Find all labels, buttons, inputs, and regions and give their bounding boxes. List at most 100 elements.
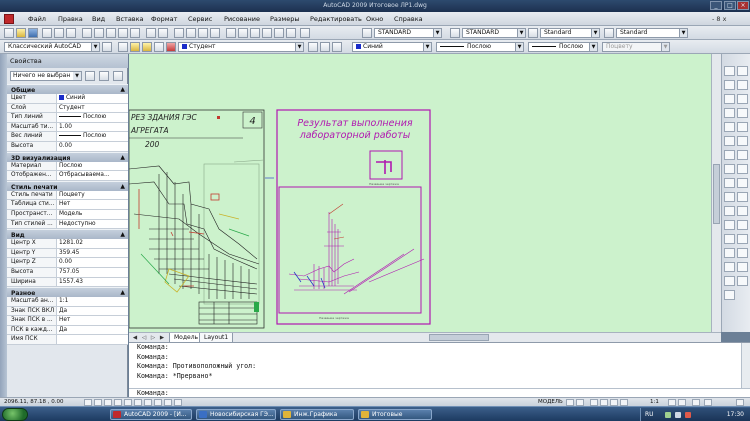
close-button[interactable]: × (737, 1, 749, 10)
text-style-icon[interactable] (362, 28, 372, 38)
fillet-tool-icon[interactable] (737, 262, 748, 272)
property-row[interactable]: Материал Послою (7, 161, 128, 172)
maximize-button[interactable]: □ (724, 1, 736, 10)
section-view[interactable]: Вид ▲ (7, 229, 128, 240)
plotstyle-select[interactable]: Поцвету ▼ (602, 42, 670, 52)
undo-icon[interactable] (146, 28, 156, 38)
property-row[interactable]: Высота 757.05 (7, 267, 128, 278)
layer-color-icon[interactable] (166, 42, 176, 52)
arc-tool-icon[interactable] (724, 136, 735, 146)
revcloud-tool-icon[interactable] (724, 164, 735, 174)
command-scrollbar[interactable] (741, 343, 750, 389)
property-row[interactable]: Вес линий Послою (7, 132, 128, 142)
save-icon[interactable] (28, 28, 38, 38)
property-row[interactable]: ПСК в кажд... Да (7, 325, 128, 336)
spline-tool-icon[interactable] (724, 178, 735, 188)
markup-icon[interactable] (274, 28, 284, 38)
offset-tool-icon[interactable] (737, 108, 748, 118)
open-icon[interactable] (16, 28, 26, 38)
line-tool-icon[interactable] (724, 66, 735, 76)
polyline-tool-icon[interactable] (724, 94, 735, 104)
object-snap-icon[interactable] (124, 399, 132, 406)
command-input[interactable]: Команда: (129, 388, 750, 397)
polar-tracking-icon[interactable] (114, 399, 122, 406)
task-folder-graphics[interactable]: Инж.Графика (280, 409, 354, 420)
selection-select[interactable]: Ничего не выбран ▼ (10, 71, 82, 81)
ellipse-tool-icon[interactable] (724, 192, 735, 202)
prev-tab-icon[interactable]: ◁ (140, 334, 148, 342)
palette-close-icon[interactable] (0, 58, 7, 98)
sheet-set-icon[interactable] (262, 28, 272, 38)
zoom-window-icon[interactable] (198, 28, 208, 38)
layer-on-icon[interactable] (130, 42, 140, 52)
menu-tools[interactable]: Сервис (188, 15, 212, 23)
pan-icon[interactable] (174, 28, 184, 38)
layer-previous-icon[interactable] (320, 42, 330, 52)
snap-mode-icon[interactable] (84, 399, 92, 406)
vertical-scroll-thumb[interactable] (713, 164, 720, 224)
join-tool-icon[interactable] (737, 234, 748, 244)
document-window-controls[interactable]: - 8 x (712, 15, 726, 23)
quickcalc-icon[interactable] (286, 28, 296, 38)
ortho-mode-icon[interactable] (104, 399, 112, 406)
property-row[interactable]: Ширина 1557.43 (7, 277, 128, 288)
polygon-tool-icon[interactable] (724, 108, 735, 118)
design-center-icon[interactable] (238, 28, 248, 38)
menu-draw[interactable]: Рисование (224, 15, 260, 23)
property-row[interactable]: Пространст... Модель (7, 209, 128, 220)
workspace-select[interactable]: Классический AutoCAD ▼ (4, 42, 100, 52)
zoom-status-icon[interactable] (600, 399, 608, 406)
horizontal-scroll-thumb[interactable] (429, 334, 489, 341)
property-row[interactable]: Центр X 1281.02 (7, 239, 128, 249)
toggle-pickadd-icon[interactable] (85, 71, 95, 81)
task-folder-final[interactable]: Итоговые (358, 409, 432, 420)
make-current-layer-icon[interactable] (308, 42, 318, 52)
section-misc[interactable]: Разное ▲ (7, 287, 128, 298)
menu-help[interactable]: Справка (394, 15, 423, 23)
property-row[interactable]: Центр Y 359.45 (7, 248, 128, 259)
dim-style-icon[interactable] (450, 28, 460, 38)
table-tool-icon[interactable] (724, 276, 735, 286)
zoom-previous-icon[interactable] (210, 28, 220, 38)
menu-edit[interactable]: Правка (58, 15, 83, 23)
menu-view[interactable]: Вид (92, 15, 105, 23)
volume-icon[interactable] (675, 412, 681, 418)
object-snap-tracking-icon[interactable] (134, 399, 142, 406)
extend-tool-icon[interactable] (737, 206, 748, 216)
property-row[interactable]: Высота 0.00 (7, 141, 128, 152)
last-tab-icon[interactable]: ▶ (158, 334, 166, 342)
make-block-icon[interactable] (724, 220, 735, 230)
layer-lock-icon[interactable] (154, 42, 164, 52)
quick-view-drawings-icon[interactable] (576, 399, 584, 406)
menu-format[interactable]: Формат (151, 15, 177, 23)
antivirus-icon[interactable] (685, 412, 691, 418)
property-row[interactable]: Таблица сти... Нет (7, 200, 128, 210)
break-tool-icon[interactable] (737, 220, 748, 230)
property-row[interactable]: Тип стилей ... Недоступно (7, 219, 128, 230)
match-properties-icon[interactable] (118, 28, 128, 38)
property-row[interactable]: Цвет Синий (7, 94, 128, 104)
rotate-tool-icon[interactable] (737, 150, 748, 160)
preview-icon[interactable] (54, 28, 64, 38)
help-icon[interactable] (300, 28, 310, 38)
publish-icon[interactable] (66, 28, 76, 38)
language-indicator[interactable]: RU (645, 411, 654, 418)
next-tab-icon[interactable]: ▷ (149, 334, 157, 342)
steering-wheel-icon[interactable] (610, 399, 618, 406)
start-button[interactable] (2, 408, 28, 421)
grid-display-icon[interactable] (94, 399, 102, 406)
workspace-switching-icon[interactable] (692, 399, 700, 406)
lock-ui-icon[interactable] (704, 399, 712, 406)
quick-view-layouts-icon[interactable] (566, 399, 574, 406)
cut-icon[interactable] (82, 28, 92, 38)
property-row[interactable]: Масштаб ан... 1:1 (7, 297, 128, 307)
layer-select[interactable]: Студент ▼ (178, 42, 304, 52)
menu-modify[interactable]: Редактировать (310, 15, 362, 23)
copy-tool-icon[interactable] (737, 80, 748, 90)
dynamic-input-icon[interactable] (154, 399, 162, 406)
network-icon[interactable] (665, 412, 671, 418)
coordinates-readout[interactable]: 2096.11, 87.18 , 0.00 (4, 398, 63, 406)
layer-state-icon[interactable] (332, 42, 342, 52)
annotation-visibility-icon[interactable] (668, 399, 676, 406)
autocad-app-icon[interactable] (4, 14, 14, 24)
